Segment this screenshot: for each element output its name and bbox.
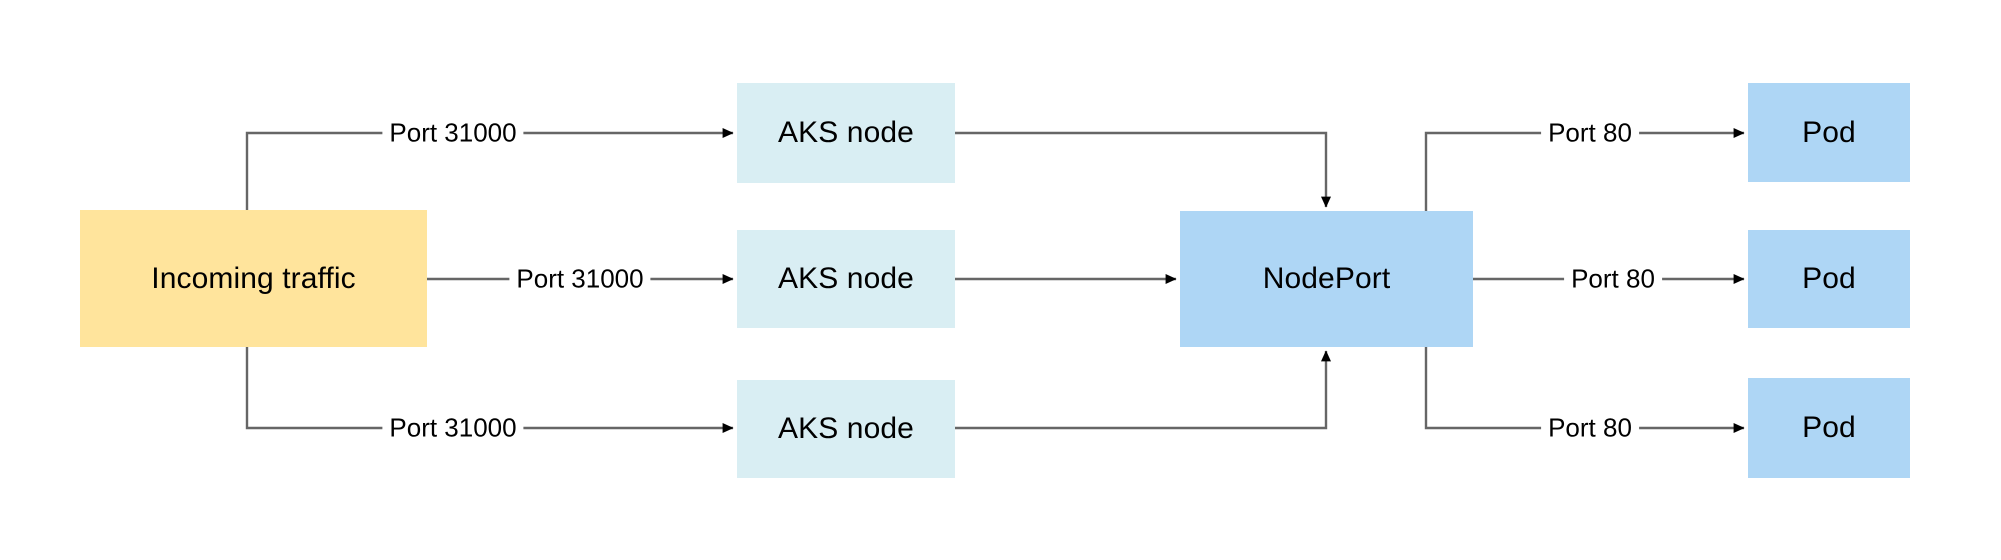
edge-label-port-31000-2: Port 31000	[509, 265, 651, 293]
diagram-canvas: Incoming traffic AKS node AKS node AKS n…	[0, 0, 2001, 560]
node-nodeport-service[interactable]: NodePort	[1180, 211, 1473, 347]
node-incoming-traffic-label: Incoming traffic	[151, 261, 356, 295]
node-pod-3-label: Pod	[1802, 411, 1856, 444]
node-pod-2[interactable]: Pod	[1748, 230, 1910, 328]
edge-label-port-31000-1: Port 31000	[382, 119, 524, 147]
node-aks-node-2-label: AKS node	[778, 262, 914, 295]
edge-label-port-80-2: Port 80	[1564, 265, 1662, 293]
edge-label-port-80-1: Port 80	[1541, 119, 1639, 147]
node-aks-node-3[interactable]: AKS node	[737, 380, 955, 478]
edge-label-port-80-3: Port 80	[1541, 414, 1639, 442]
node-nodeport-service-label: NodePort	[1262, 262, 1391, 295]
node-pod-1[interactable]: Pod	[1748, 83, 1910, 182]
node-aks-node-2[interactable]: AKS node	[737, 230, 955, 328]
edge-aks-3-to-nodeport	[955, 350, 1331, 430]
node-aks-node-1[interactable]: AKS node	[737, 83, 955, 183]
edge-aks-1-to-nodeport	[955, 131, 1331, 208]
node-pod-2-label: Pod	[1802, 262, 1856, 295]
node-pod-1-label: Pod	[1802, 115, 1856, 149]
node-aks-node-3-label: AKS node	[778, 412, 914, 445]
edge-label-port-31000-3: Port 31000	[382, 414, 524, 442]
node-incoming-traffic[interactable]: Incoming traffic	[80, 210, 427, 347]
node-pod-3[interactable]: Pod	[1748, 378, 1910, 478]
node-aks-node-1-label: AKS node	[778, 116, 914, 149]
